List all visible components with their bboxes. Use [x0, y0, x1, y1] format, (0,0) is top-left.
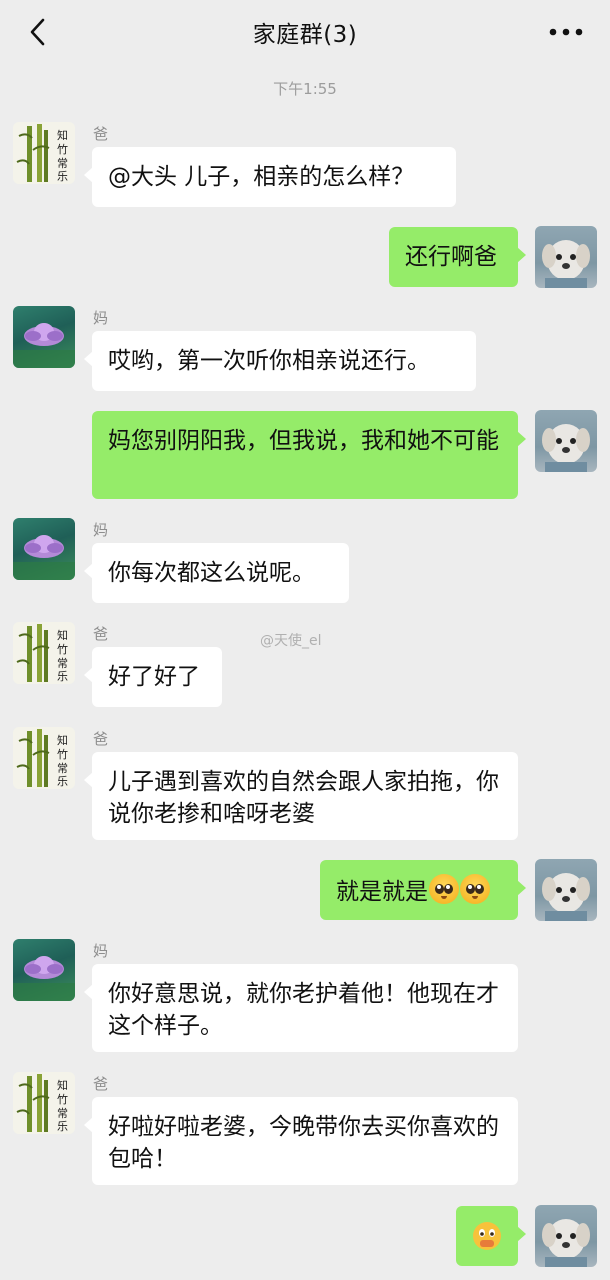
more-dots-icon[interactable] [544, 16, 588, 48]
pleading-face-emoji [460, 874, 490, 904]
message-bubble[interactable]: 儿子遇到喜欢的自然会跟人家拍拖，你说你老掺和啥呀老婆 [84, 752, 518, 840]
svg-text:乐: 乐 [57, 170, 68, 183]
svg-text:竹: 竹 [57, 1092, 68, 1106]
svg-text:竹: 竹 [57, 747, 68, 761]
chat-header: 家庭群(3) [0, 0, 610, 64]
sender-name: 爸 [93, 1075, 109, 1093]
dog-avatar[interactable] [535, 859, 597, 921]
weibo-watermark: @天使_el [260, 633, 322, 649]
message-bubble-self[interactable]: 还行啊爸 [389, 227, 526, 287]
chat-title: 家庭群(3) [252, 22, 358, 48]
svg-text:常: 常 [57, 1107, 68, 1120]
dog-avatar[interactable] [535, 226, 597, 288]
message-bubble[interactable]: 你每次都这么说呢。 [84, 543, 349, 603]
message-bubble[interactable]: 好啦好啦老婆，今晚带你去买你喜欢的包哈！ [84, 1097, 518, 1185]
message-timestamp: 下午1:55 [273, 80, 337, 98]
svg-text:常: 常 [57, 762, 68, 775]
message-bubble[interactable]: 你好意思说，就你老护着他！他现在才这个样子。 [84, 964, 518, 1052]
bamboo-avatar[interactable]: 知 竹 常 乐 [13, 727, 75, 789]
lotus-avatar[interactable] [13, 306, 75, 368]
sender-name: 爸 [93, 125, 109, 143]
dog-avatar[interactable] [535, 1205, 597, 1267]
sender-name: 妈 [93, 309, 109, 327]
pleading-face-emoji [429, 874, 459, 904]
svg-text:竹: 竹 [57, 142, 68, 156]
bamboo-avatar[interactable]: 知 竹 常 乐 [13, 622, 75, 684]
sender-name: 爸 [93, 625, 109, 643]
svg-text:乐: 乐 [57, 1120, 68, 1133]
bamboo-avatar[interactable]: 知 竹 常 乐 [13, 1072, 75, 1134]
face-with-hand-emoji [473, 1222, 501, 1250]
svg-text:知: 知 [57, 1078, 68, 1092]
svg-text:知: 知 [57, 628, 68, 642]
svg-text:常: 常 [57, 657, 68, 670]
svg-text:乐: 乐 [57, 775, 68, 788]
svg-text:乐: 乐 [57, 670, 68, 683]
bamboo-avatar[interactable]: 知 竹 常 乐 [13, 122, 75, 184]
lotus-avatar[interactable] [13, 939, 75, 1001]
message-bubble-self[interactable] [456, 1206, 526, 1266]
svg-text:知: 知 [57, 733, 68, 747]
svg-text:知: 知 [57, 128, 68, 142]
sender-name: 爸 [93, 730, 109, 748]
svg-text:常: 常 [57, 157, 68, 170]
message-bubble-self[interactable]: 妈您别阴阳我，但我说，我和她不可能 [92, 411, 526, 499]
message-bubble[interactable]: @大头 儿子，相亲的怎么样？ [84, 147, 456, 207]
dog-avatar[interactable] [535, 410, 597, 472]
chevron-left-icon[interactable] [20, 14, 56, 50]
sender-name: 妈 [93, 942, 109, 960]
sender-name: 妈 [93, 521, 109, 539]
lotus-avatar[interactable] [13, 518, 75, 580]
message-bubble-self[interactable]: 就是就是 [320, 860, 526, 920]
message-text: 就是就是 [336, 879, 428, 905]
message-bubble[interactable]: 好了好了 [84, 647, 222, 707]
message-bubble[interactable]: 哎哟，第一次听你相亲说还行。 [84, 331, 476, 391]
svg-text:竹: 竹 [57, 642, 68, 656]
